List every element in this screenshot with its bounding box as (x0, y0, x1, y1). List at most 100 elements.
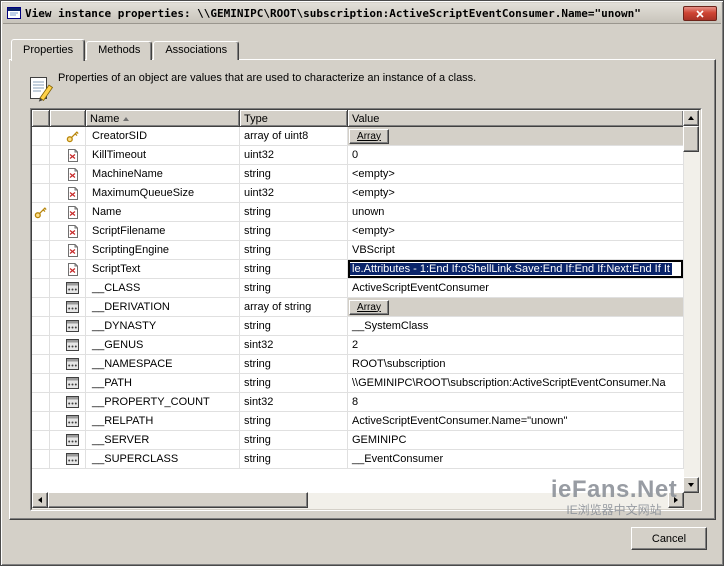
table-row[interactable]: __DYNASTY string __SystemClass (32, 317, 684, 336)
row-selector[interactable] (32, 336, 50, 355)
property-type[interactable]: array of uint8 (240, 127, 348, 146)
property-type[interactable]: sint32 (240, 336, 348, 355)
property-name[interactable]: ScriptFilename (86, 222, 240, 241)
table-row[interactable]: CreatorSID array of uint8 Array (32, 127, 684, 146)
property-name[interactable]: ScriptingEngine (86, 241, 240, 260)
table-row[interactable]: __SUPERCLASS string __EventConsumer (32, 450, 684, 469)
property-name[interactable]: __CLASS (86, 279, 240, 298)
table-row[interactable]: __RELPATH string ActiveScriptEventConsumer… (32, 412, 684, 431)
property-type[interactable]: string (240, 431, 348, 450)
property-name[interactable]: MachineName (86, 165, 240, 184)
table-row[interactable]: __NAMESPACE string ROOT\subscription (32, 355, 684, 374)
value-cell[interactable]: 0 (348, 146, 684, 165)
row-selector[interactable] (32, 165, 50, 184)
header-value[interactable]: Value (348, 110, 684, 127)
property-type[interactable]: string (240, 165, 348, 184)
header-name[interactable]: Name (86, 110, 240, 127)
property-name[interactable]: CreatorSID (86, 127, 240, 146)
table-row[interactable]: __PROPERTY_COUNT sint32 8 (32, 393, 684, 412)
array-button[interactable]: Array (349, 129, 389, 144)
value-cell[interactable]: __EventConsumer (348, 450, 684, 469)
value-cell[interactable]: 8 (348, 393, 684, 412)
value-cell[interactable]: GEMINIPC (348, 431, 684, 450)
table-row[interactable]: __PATH string \\GEMINIPC\ROOT\subscription… (32, 374, 684, 393)
table-row[interactable]: ScriptFilename string <empty> (32, 222, 684, 241)
table-row[interactable]: __SERVER string GEMINIPC (32, 431, 684, 450)
row-selector[interactable] (32, 298, 50, 317)
property-name[interactable]: __DERIVATION (86, 298, 240, 317)
property-name[interactable]: __RELPATH (86, 412, 240, 431)
row-selector[interactable] (32, 279, 50, 298)
row-selector[interactable] (32, 260, 50, 279)
table-row[interactable]: __GENUS sint32 2 (32, 336, 684, 355)
row-selector[interactable] (32, 431, 50, 450)
row-selector[interactable] (32, 241, 50, 260)
property-type[interactable]: array of string (240, 298, 348, 317)
scroll-up-button[interactable] (683, 110, 699, 126)
row-selector[interactable] (32, 450, 50, 469)
value-cell[interactable]: \\GEMINIPC\ROOT\subscription:ActiveScrip… (348, 374, 684, 393)
property-type[interactable]: uint32 (240, 146, 348, 165)
value-cell[interactable]: <empty> (348, 222, 684, 241)
row-selector[interactable] (32, 393, 50, 412)
table-row[interactable]: MachineName string <empty> (32, 165, 684, 184)
row-selector[interactable] (32, 355, 50, 374)
property-name[interactable]: KillTimeout (86, 146, 240, 165)
value-cell[interactable]: 2 (348, 336, 684, 355)
row-selector[interactable] (32, 317, 50, 336)
table-row[interactable]: ScriptingEngine string VBScript (32, 241, 684, 260)
property-type[interactable]: string (240, 260, 348, 279)
table-row[interactable]: __DERIVATION array of string Array (32, 298, 684, 317)
row-selector[interactable] (32, 127, 50, 146)
tab-associations[interactable]: Associations (153, 41, 240, 60)
horizontal-scrollbar[interactable] (32, 492, 684, 509)
scroll-right-button[interactable] (668, 492, 684, 508)
table-row[interactable]: __CLASS string ActiveScriptEventConsumer (32, 279, 684, 298)
property-type[interactable]: string (240, 317, 348, 336)
header-icon-column[interactable] (50, 110, 86, 127)
property-type[interactable]: uint32 (240, 184, 348, 203)
property-name[interactable]: __SUPERCLASS (86, 450, 240, 469)
property-name[interactable]: ScriptText (86, 260, 240, 279)
cancel-button[interactable]: Cancel (631, 527, 707, 550)
property-type[interactable]: string (240, 279, 348, 298)
row-selector[interactable] (32, 184, 50, 203)
value-edit-input[interactable]: le.Attributes - 1:End If:oShellLink.Save… (348, 260, 683, 278)
table-row[interactable]: Name string unown (32, 203, 684, 222)
row-selector[interactable] (32, 203, 50, 222)
close-button[interactable] (683, 6, 717, 21)
property-name[interactable]: __DYNASTY (86, 317, 240, 336)
header-selector-column[interactable] (32, 110, 50, 127)
table-row[interactable]: ScriptText string le.Attributes - 1:End If… (32, 260, 684, 279)
header-type[interactable]: Type (240, 110, 348, 127)
property-type[interactable]: string (240, 203, 348, 222)
array-button[interactable]: Array (349, 300, 389, 315)
titlebar[interactable]: View instance properties: \\GEMINIPC\ROO… (3, 3, 721, 24)
property-name[interactable]: __SERVER (86, 431, 240, 450)
property-name[interactable]: Name (86, 203, 240, 222)
vertical-scrollbar[interactable] (683, 110, 700, 493)
tab-properties[interactable]: Properties (11, 39, 86, 61)
value-cell[interactable]: ActiveScriptEventConsumer (348, 279, 684, 298)
row-selector[interactable] (32, 222, 50, 241)
property-type[interactable]: string (240, 412, 348, 431)
property-type[interactable]: string (240, 355, 348, 374)
horizontal-scroll-thumb[interactable] (48, 492, 308, 508)
value-cell[interactable]: ActiveScriptEventConsumer.Name="unown" (348, 412, 684, 431)
row-selector[interactable] (32, 374, 50, 393)
property-name[interactable]: MaximumQueueSize (86, 184, 240, 203)
property-name[interactable]: __NAMESPACE (86, 355, 240, 374)
value-cell[interactable]: ROOT\subscription (348, 355, 684, 374)
property-type[interactable]: string (240, 241, 348, 260)
value-cell[interactable]: <empty> (348, 165, 684, 184)
property-name[interactable]: __PATH (86, 374, 240, 393)
value-cell[interactable]: <empty> (348, 184, 684, 203)
tab-methods[interactable]: Methods (86, 41, 153, 60)
property-type[interactable]: string (240, 374, 348, 393)
property-type[interactable]: string (240, 222, 348, 241)
value-cell[interactable]: unown (348, 203, 684, 222)
scroll-left-button[interactable] (32, 492, 48, 508)
value-cell[interactable]: __SystemClass (348, 317, 684, 336)
property-name[interactable]: __GENUS (86, 336, 240, 355)
property-type[interactable]: string (240, 450, 348, 469)
